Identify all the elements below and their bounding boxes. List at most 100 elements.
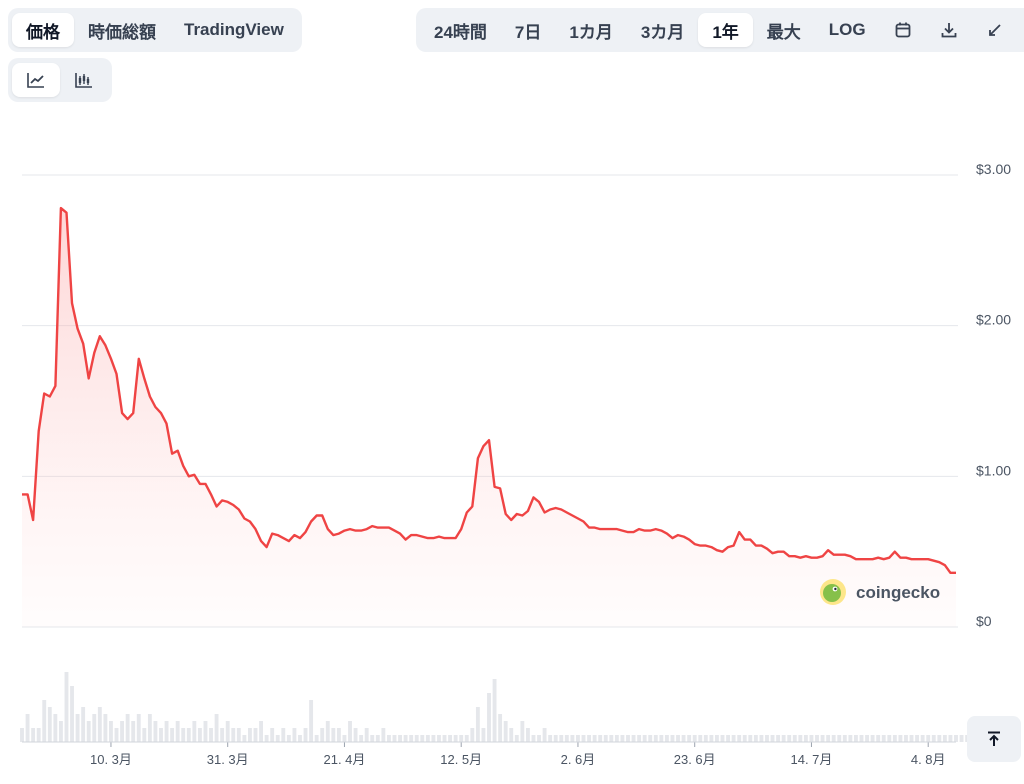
volume-bar [842, 735, 847, 742]
volume-bar [336, 728, 341, 742]
volume-bar [759, 735, 764, 742]
volume-bar [386, 735, 391, 742]
volume-bar [186, 728, 191, 742]
volume-bar [303, 728, 308, 742]
volume-bar [798, 735, 803, 742]
x-tick-label: 31. 3月 [207, 752, 249, 767]
volume-bar [181, 728, 186, 742]
y-tick-label: $0 [976, 613, 992, 629]
volume-bar [286, 735, 291, 742]
volume-bar [331, 728, 336, 742]
volume-bar [225, 721, 230, 742]
volume-bar [553, 735, 558, 742]
volume-bar [904, 735, 908, 742]
volume-bar [370, 735, 375, 742]
candlestick-chart-icon[interactable] [60, 63, 108, 97]
volume-bar [815, 735, 819, 742]
volume-bar [809, 735, 814, 742]
volume-bar [442, 735, 447, 742]
volume-bar [53, 714, 58, 742]
x-axis-labels: 10. 3月 31. 3月 21. 4月 12. 5月 2. 6月 23. 6月 14. 7… [22, 741, 956, 767]
volume-bar [509, 728, 514, 742]
volume-bar [92, 714, 97, 742]
volume-bar [720, 735, 725, 742]
volume-bar [248, 728, 252, 742]
tab-price[interactable]: 価格 [12, 13, 74, 47]
range-24h-button[interactable]: 24時間 [420, 13, 501, 47]
coingecko-watermark: coingecko [820, 579, 940, 605]
volume-bar [125, 714, 130, 742]
volume-bar [892, 735, 897, 742]
volume-bar [737, 735, 742, 742]
volume-bar [292, 728, 297, 742]
volume-bar [147, 714, 152, 742]
volume-bar [514, 735, 519, 742]
y-tick-label: $2.00 [976, 312, 1011, 328]
volume-bar [742, 735, 747, 742]
volume-bar [58, 721, 63, 742]
tab-tradingview[interactable]: TradingView [170, 13, 298, 47]
volume-bar [853, 735, 858, 742]
range-max-button[interactable]: 最大 [753, 13, 815, 47]
volume-bar [109, 721, 113, 742]
volume-bar [470, 728, 475, 742]
volume-bar [637, 735, 642, 742]
volume-bar [342, 735, 347, 742]
tab-market-cap[interactable]: 時価総額 [74, 13, 170, 47]
range-1y-button[interactable]: 1年 [698, 13, 753, 47]
volume-bar [70, 686, 74, 742]
calendar-icon[interactable] [880, 13, 926, 47]
volume-bar [859, 735, 864, 742]
y-axis-labels: $3.00 $2.00 $1.00 $0 [976, 161, 1011, 629]
volume-bar [281, 728, 286, 742]
range-7d-button[interactable]: 7日 [501, 13, 555, 47]
volume-bar [865, 735, 869, 742]
volume-bar [931, 735, 936, 742]
log-scale-button[interactable]: LOG [815, 13, 880, 47]
price-chart: $3.00 $2.00 $1.00 $0 10. 3月 31. 3月 21. 4月 12. … [20, 161, 1011, 767]
volume-bar [648, 735, 653, 742]
volume-bar [642, 735, 647, 742]
volume-bar [603, 735, 608, 742]
expand-icon[interactable] [972, 13, 1018, 47]
range-1m-button[interactable]: 1カ月 [555, 13, 626, 47]
download-icon[interactable] [926, 13, 972, 47]
volume-bar [431, 735, 436, 742]
volume-bar [614, 735, 619, 742]
line-chart-icon[interactable] [12, 63, 60, 97]
volume-bar [715, 735, 719, 742]
volume-bar [537, 735, 541, 742]
volume-bar [131, 721, 136, 742]
volume-bar [909, 735, 914, 742]
volume-bar [631, 735, 636, 742]
y-tick-label: $1.00 [976, 462, 1011, 478]
volume-bar [320, 728, 325, 742]
volume-bar [681, 735, 686, 742]
volume-bar [348, 721, 352, 742]
volume-bar [920, 735, 925, 742]
volume-bar [42, 700, 47, 742]
volume-bar [848, 735, 853, 742]
volume-bar [559, 735, 564, 742]
volume-bar [392, 735, 397, 742]
volume-bar [781, 735, 786, 742]
range-3m-button[interactable]: 3カ月 [627, 13, 698, 47]
volume-bar [826, 735, 831, 742]
volume-bar [142, 728, 147, 742]
volume-bar [587, 735, 592, 742]
volume-bar [298, 735, 302, 742]
scroll-to-top-button[interactable] [967, 716, 1021, 762]
volume-bar [659, 735, 664, 742]
watermark-text: coingecko [856, 583, 940, 602]
volume-bar [403, 735, 408, 742]
volume-bar [525, 728, 530, 742]
volume-bar [876, 735, 881, 742]
volume-bar [314, 735, 319, 742]
volume-bar [731, 735, 736, 742]
volume-bar [676, 735, 680, 742]
volume-bar [803, 735, 808, 742]
volume-bar [692, 735, 697, 742]
volume-bar [75, 714, 80, 742]
volume-bar [425, 735, 430, 742]
volume-bar [531, 735, 536, 742]
